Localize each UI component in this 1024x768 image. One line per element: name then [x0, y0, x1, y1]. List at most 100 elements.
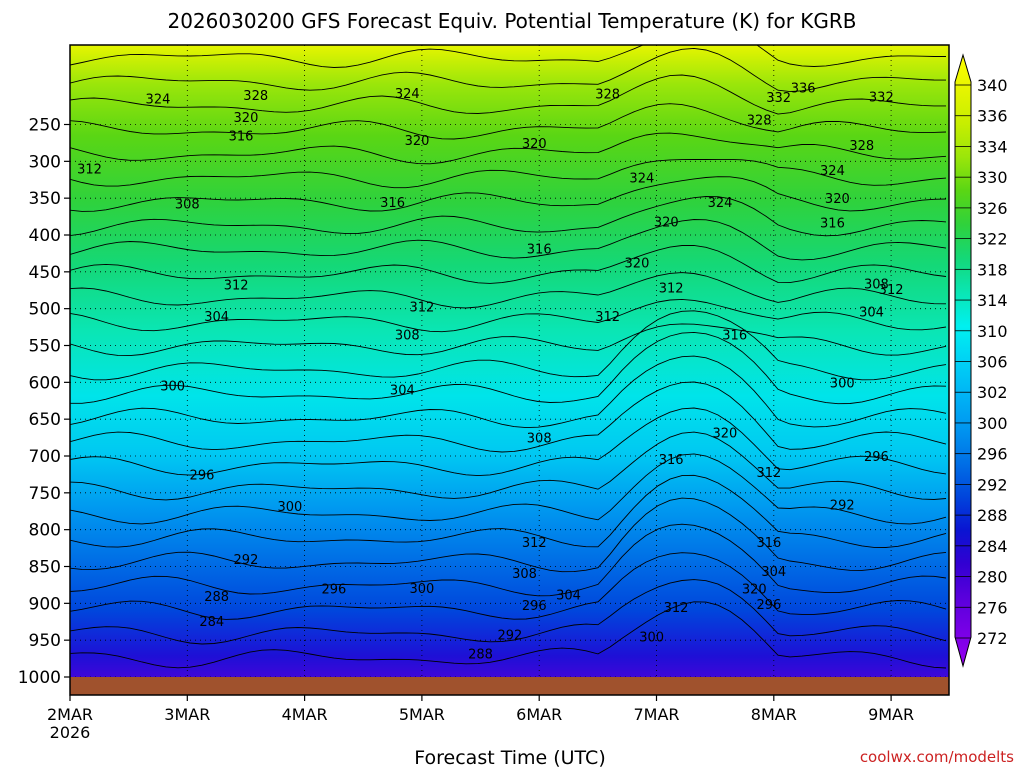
x-tick-label: 6MAR [516, 705, 562, 724]
x-axis-title: Forecast Time (UTC) [414, 747, 605, 768]
x-tick-label: 5MAR [399, 705, 445, 724]
contour-label: 336 [791, 82, 816, 97]
colorbar-label: 296 [977, 445, 1008, 464]
contour-label: 304 [204, 310, 229, 325]
ground-bar [70, 677, 949, 695]
contour-label: 332 [766, 91, 791, 106]
colorbar-label: 306 [977, 353, 1008, 372]
colorbar: 340 336 334 330 326 322 318 314 310 306 302 300 296 2… [954, 53, 1008, 668]
colorbar-label: 302 [977, 383, 1008, 402]
y-tick-label: 700 [29, 447, 61, 467]
x-tick-label: 4MAR [282, 705, 328, 724]
colorbar-label: 334 [977, 137, 1008, 156]
contour-label: 296 [190, 468, 215, 483]
contour-label: 320 [625, 256, 650, 271]
contour-label: 312 [595, 310, 620, 325]
contour-label: 332 [869, 91, 894, 106]
colorbar-label: 318 [977, 260, 1008, 279]
contour-label: 328 [595, 88, 620, 103]
contour-label: 300 [160, 379, 185, 394]
colorbar-label: 314 [977, 291, 1008, 310]
y-tick-label: 650 [29, 410, 61, 430]
contour-label: 312 [756, 466, 781, 481]
contour-label: 324 [708, 196, 733, 211]
colorbar-label: 336 [977, 107, 1008, 126]
x-tick-label: 3MAR [164, 705, 210, 724]
chart-title: 2026030200 GFS Forecast Equiv. Potential… [167, 9, 856, 33]
y-tick-label: 800 [29, 521, 61, 541]
y-tick-label: 500 [29, 300, 61, 320]
y-tick-label: 400 [29, 226, 61, 246]
contour-label: 304 [761, 565, 786, 580]
y-tick-label: 450 [29, 263, 61, 283]
contour-label: 324 [820, 164, 845, 179]
contour-label: 312 [522, 536, 547, 551]
contour-label: 320 [654, 216, 679, 231]
chart: 2026030200 GFS Forecast Equiv. Potential… [18, 9, 1014, 768]
colorbar-label: 326 [977, 199, 1008, 218]
colorbar-label: 310 [977, 322, 1008, 341]
contour-label: 296 [322, 583, 347, 598]
y-tick-label: 750 [29, 484, 61, 504]
contour-label: 320 [405, 134, 430, 149]
y-tick-label: 350 [29, 189, 61, 209]
contour-label: 316 [820, 216, 845, 231]
x-axis: 2MAR 3MAR 4MAR 5MAR 6MAR 7MAR 8MAR 9MAR [47, 695, 914, 724]
y-tick-label: 1000 [18, 668, 61, 688]
colorbar-label: 300 [977, 414, 1008, 433]
contour-label: 316 [722, 328, 747, 343]
contour-label: 300 [639, 630, 664, 645]
contour-label: 324 [629, 172, 654, 187]
colorbar-label: 330 [977, 168, 1008, 187]
contour-label: 328 [243, 89, 268, 104]
contour-label: 288 [468, 647, 493, 662]
contour-label: 292 [234, 553, 259, 568]
x-tick-label: 2MAR [47, 705, 93, 724]
x-tick-label: 7MAR [633, 705, 679, 724]
contour-label: 316 [756, 536, 781, 551]
contour-label: 320 [713, 426, 738, 441]
contour-label: 316 [380, 196, 405, 211]
contour-label: 292 [497, 628, 522, 643]
y-tick-label: 950 [29, 631, 61, 651]
x-tick-label: 8MAR [751, 705, 797, 724]
contour-label: 304 [390, 384, 415, 399]
contour-label: 304 [859, 306, 884, 321]
contour-label: 320 [522, 137, 547, 152]
contour-label: 304 [556, 588, 581, 603]
contour-label: 320 [234, 111, 259, 126]
colorbar-label: 276 [977, 598, 1008, 617]
contour-label: 328 [849, 139, 874, 154]
contour-label: 308 [175, 197, 200, 212]
y-tick-label: 600 [29, 373, 61, 393]
contour-label: 300 [409, 582, 434, 597]
y-tick-label: 250 [29, 116, 61, 136]
contour-label: 312 [77, 163, 102, 178]
contour-label: 292 [830, 499, 855, 514]
colorbar-label: 292 [977, 475, 1008, 494]
x-tick-label: 9MAR [868, 705, 914, 724]
contour-label: 316 [527, 242, 552, 257]
plot-area: 324 328 324 328 336332 332328320316 320 320 3283… [70, 45, 949, 695]
colorbar-label: 322 [977, 230, 1008, 249]
contour-label: 308 [395, 328, 420, 343]
y-tick-label: 850 [29, 558, 61, 578]
contour-label: 308 [512, 567, 537, 582]
y-axis: 250 300 350 400 450 500 550 600 650 700 750 800 850 9… [18, 116, 70, 688]
contour-label: 328 [747, 113, 772, 128]
contour-label: 312 [224, 278, 249, 293]
contour-label: 312 [879, 283, 904, 298]
contour-label: 324 [395, 87, 420, 102]
contour-label: 312 [664, 601, 689, 616]
contour-label: 296 [756, 598, 781, 613]
contour-label: 284 [199, 615, 224, 630]
contour-label: 320 [742, 583, 767, 598]
watermark: coolwx.com/modelts [860, 748, 1014, 766]
x-axis-year: 2026 [50, 723, 91, 742]
contour-label: 320 [825, 192, 850, 207]
contour-label: 316 [229, 130, 254, 145]
contour-label: 312 [659, 281, 684, 296]
y-tick-label: 900 [29, 594, 61, 614]
contour-label: 324 [146, 93, 171, 108]
contour-label: 316 [659, 453, 684, 468]
